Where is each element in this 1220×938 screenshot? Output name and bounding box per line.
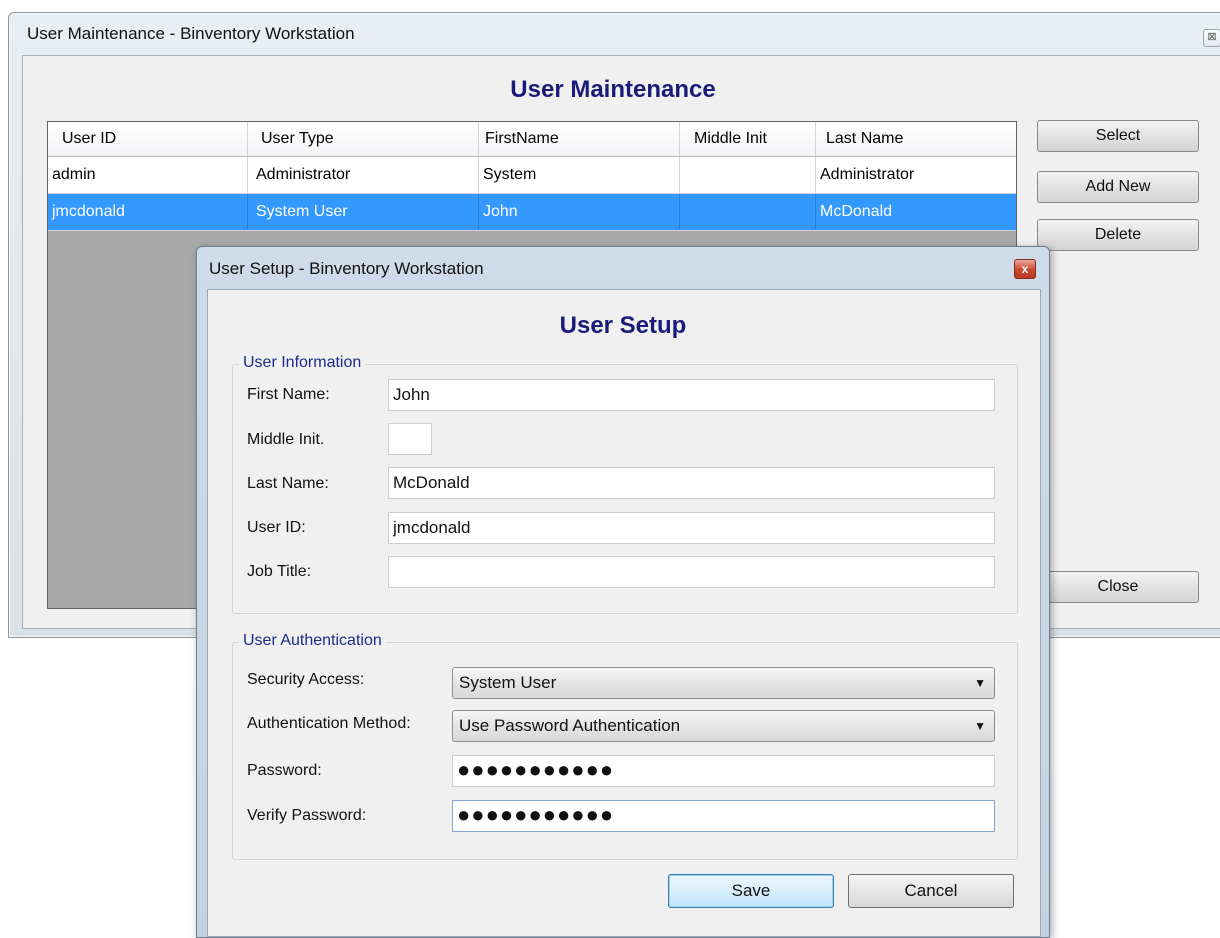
table-row[interactable]: admin Administrator System Administrator xyxy=(48,157,1016,194)
last-name-label: Last Name: xyxy=(247,475,329,492)
middle-init-label: Middle Init. xyxy=(247,431,325,448)
cell-first-name: System xyxy=(479,157,680,193)
chevron-down-icon: ▼ xyxy=(974,676,986,690)
table-row-selected[interactable]: jmcdonald System User John McDonald xyxy=(48,194,1016,231)
cancel-button[interactable]: Cancel xyxy=(848,874,1014,908)
cell-user-type: System User xyxy=(248,194,479,230)
user-setup-dialog: User Setup - Binventory Workstation x Us… xyxy=(196,246,1050,938)
verify-password-field[interactable]: ●●●●●●●●●●● xyxy=(452,800,995,832)
cell-last-name: Administrator xyxy=(820,166,915,183)
cell-last-name: McDonald xyxy=(820,203,893,220)
cell-user-type: Administrator xyxy=(248,157,479,193)
user-information-group: User Information First Name: Middle Init… xyxy=(232,354,1018,614)
user-id-label: User ID: xyxy=(247,519,306,536)
security-access-label: Security Access: xyxy=(247,671,365,688)
cell-user-id: jmcdonald xyxy=(48,194,248,230)
select-button[interactable]: Select xyxy=(1037,120,1199,152)
column-header-first-name[interactable]: FirstName xyxy=(479,122,680,156)
group-legend: User Information xyxy=(239,354,366,372)
verify-password-label: Verify Password: xyxy=(247,807,367,824)
chevron-down-icon: ▼ xyxy=(974,719,986,733)
first-name-label: First Name: xyxy=(247,386,330,403)
page-title: User Maintenance xyxy=(510,76,716,103)
cell-middle-init xyxy=(680,157,816,193)
column-header-user-type[interactable]: User Type xyxy=(248,122,479,156)
password-field[interactable]: ●●●●●●●●●●● xyxy=(452,755,995,787)
user-authentication-group: User Authentication Security Access: Sys… xyxy=(232,632,1018,860)
column-header-user-id[interactable]: User ID xyxy=(48,122,248,156)
first-name-field[interactable] xyxy=(388,379,995,411)
cell-middle-init xyxy=(680,194,816,230)
dialog-client-area: User Setup User Information First Name: … xyxy=(207,289,1041,937)
job-title-label: Job Title: xyxy=(247,563,312,580)
security-access-value: System User xyxy=(459,673,557,692)
window-title: User Maintenance - Binventory Workstatio… xyxy=(27,24,355,43)
group-legend: User Authentication xyxy=(239,632,386,650)
job-title-field[interactable] xyxy=(388,556,995,588)
authentication-method-label: Authentication Method: xyxy=(247,715,411,732)
cell-user-id: admin xyxy=(48,157,248,193)
delete-button[interactable]: Delete xyxy=(1037,219,1199,251)
security-access-dropdown[interactable]: System User ▼ xyxy=(452,667,995,699)
grid-header: User ID User Type FirstName Middle Init … xyxy=(48,122,1016,157)
dialog-title: User Setup - Binventory Workstation xyxy=(209,259,484,278)
column-header-middle-init[interactable]: Middle Init xyxy=(680,122,816,156)
add-new-button[interactable]: Add New xyxy=(1037,171,1199,203)
password-label: Password: xyxy=(247,762,322,779)
authentication-method-value: Use Password Authentication xyxy=(459,716,681,735)
close-icon[interactable]: ⊠ xyxy=(1203,29,1220,47)
middle-init-field[interactable] xyxy=(388,423,432,455)
close-button[interactable]: Close xyxy=(1037,571,1199,603)
save-button[interactable]: Save xyxy=(668,874,834,908)
close-icon[interactable]: x xyxy=(1014,259,1036,279)
dialog-heading: User Setup xyxy=(559,312,687,339)
authentication-method-dropdown[interactable]: Use Password Authentication ▼ xyxy=(452,710,995,742)
cell-first-name: John xyxy=(479,194,680,230)
last-name-field[interactable] xyxy=(388,467,995,499)
user-id-field[interactable] xyxy=(388,512,995,544)
column-header-last-name[interactable]: Last Name xyxy=(816,122,1016,156)
